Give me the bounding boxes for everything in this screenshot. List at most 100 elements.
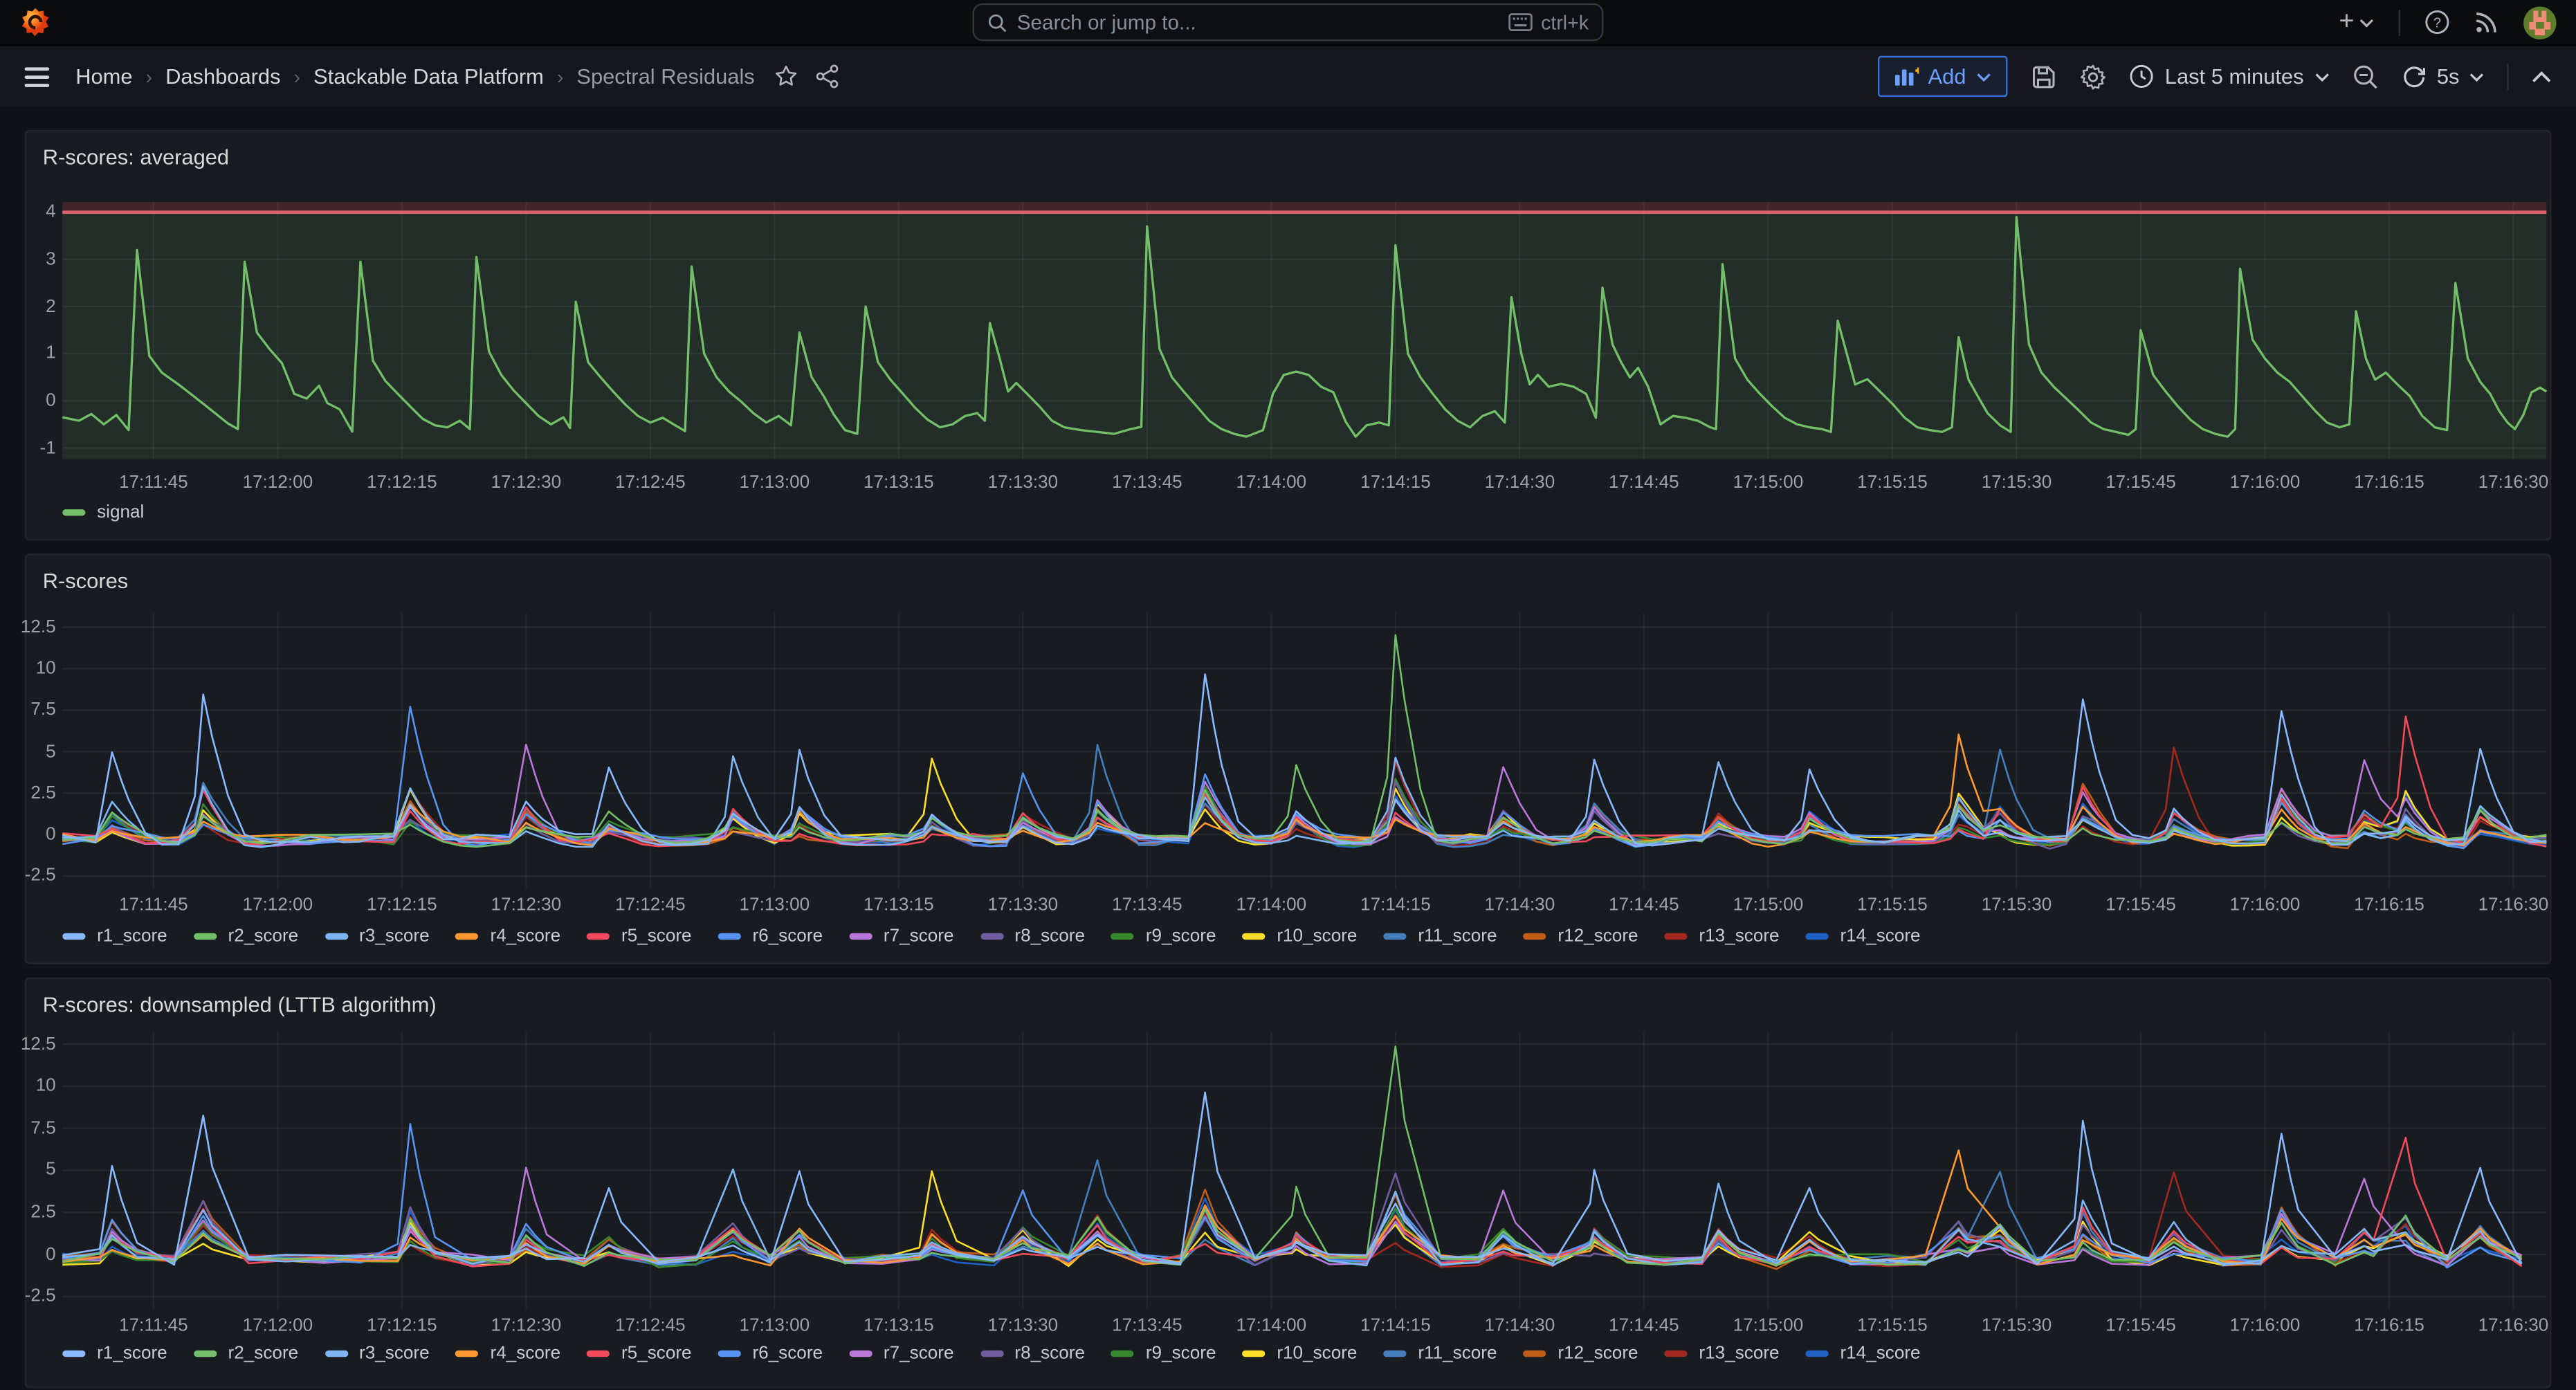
legend-item-r9_score[interactable]: r9_score [1111,1344,1216,1363]
panel-title[interactable]: R-scores: averaged [43,145,229,170]
x-axis-tick-label: 17:13:00 [740,473,810,493]
y-axis-tick-label: 7.5 [17,1118,56,1137]
legend-label: r6_score [752,1344,823,1363]
chart-r-scores[interactable]: 12.5107.552.50-2.517:11:4517:12:0017:12:… [26,556,2550,963]
legend-item-r8_score[interactable]: r8_score [980,1344,1085,1363]
legend-item-r1_score[interactable]: r1_score [62,1344,167,1363]
refresh-icon[interactable] [2402,64,2427,89]
zoom-out-button[interactable] [2353,63,2379,89]
y-axis-tick-label: -1 [17,438,56,457]
breadcrumb-separator: › [294,65,300,88]
x-axis-tick-label: 17:12:45 [615,895,686,915]
legend-item-r13_score[interactable]: r13_score [1665,1344,1780,1363]
chart-r-scores-averaged[interactable]: 43210-117:11:4517:12:0017:12:1517:12:301… [26,131,2550,539]
legend-item-r4_score[interactable]: r4_score [456,1344,560,1363]
legend-color-pill [1806,1351,1829,1357]
y-axis-tick-label: 0 [17,1245,56,1264]
legend-item-r11_score[interactable]: r11_score [1383,926,1497,946]
legend-item-r10_score[interactable]: r10_score [1242,1344,1357,1363]
dashboard-settings-button[interactable] [2079,63,2105,89]
legend-item-r2_score[interactable]: r2_score [194,926,298,946]
user-avatar[interactable] [2523,6,2556,38]
legend-item-r9_score[interactable]: r9_score [1111,926,1216,946]
legend-item-r14_score[interactable]: r14_score [1806,926,1921,946]
legend-label: r8_score [1014,1344,1085,1363]
x-axis-tick-label: 17:14:30 [1485,895,1555,915]
legend-label: r10_score [1277,1344,1357,1363]
star-icon[interactable] [774,64,799,89]
grafana-app: ctrl+k + ? Home › Dashboards [0,0,2576,1372]
breadcrumb-folder[interactable]: Stackable Data Platform [313,64,544,89]
legend-item-r13_score[interactable]: r13_score [1665,926,1780,946]
legend-item-r7_score[interactable]: r7_score [849,926,953,946]
new-button[interactable]: + [2339,9,2374,35]
x-axis-tick-label: 17:13:00 [740,895,810,915]
search-icon [987,12,1007,32]
legend-item-r5_score[interactable]: r5_score [587,1344,691,1363]
x-axis-tick-label: 17:15:15 [1857,895,1928,915]
x-axis-tick-label: 17:13:15 [864,1316,934,1335]
legend-item-r10_score[interactable]: r10_score [1242,926,1357,946]
x-axis-tick-label: 17:12:30 [491,473,562,493]
x-axis-tick-label: 17:15:45 [2105,473,2176,493]
x-axis-tick-label: 17:14:45 [1609,473,1679,493]
legend-item-r2_score[interactable]: r2_score [194,1344,298,1363]
x-axis-tick-label: 17:16:15 [2354,1316,2424,1335]
x-axis-tick-label: 17:15:45 [2105,1316,2176,1335]
legend-color-pill [456,1351,479,1357]
legend-item-r8_score[interactable]: r8_score [980,926,1085,946]
breadcrumb-dashboards[interactable]: Dashboards [165,64,280,89]
refresh-interval-label[interactable]: 5s [2437,64,2460,89]
legend-color-pill [849,1351,872,1357]
legend-color-pill [718,933,741,940]
legend-item-signal[interactable]: signal [62,503,144,522]
legend-item-r4_score[interactable]: r4_score [456,926,560,946]
legend-color-pill [718,1351,741,1357]
legend-color-pill [194,933,217,940]
legend-item-r6_score[interactable]: r6_score [718,926,823,946]
series-line-r2_score [62,1046,2521,1265]
x-axis-tick-label: 17:16:00 [2230,473,2301,493]
save-dashboard-button[interactable] [2030,63,2056,89]
refresh-controls: 5s [2402,64,2484,89]
x-axis-tick-label: 17:14:00 [1236,1316,1307,1335]
time-range-picker[interactable]: Last 5 minutes [2129,64,2330,89]
x-axis-tick-label: 17:11:45 [119,1316,188,1335]
legend-item-r5_score[interactable]: r5_score [587,926,691,946]
breadcrumb-current-dashboard[interactable]: Spectral Residuals [576,64,754,89]
y-axis-tick-label: 10 [17,1077,56,1096]
legend-label: r12_score [1558,1344,1638,1363]
x-axis-tick-label: 17:14:00 [1236,895,1307,915]
news-button[interactable] [2474,10,2499,35]
add-panel-button[interactable]: Add [1877,56,2007,97]
legend-item-r3_score[interactable]: r3_score [325,1344,429,1363]
help-button[interactable]: ? [2425,10,2450,35]
x-axis-tick-label: 17:16:30 [2478,473,2549,493]
collapse-topbar-button[interactable] [2532,70,2551,83]
series-line-r1_score [62,1092,2521,1265]
y-axis-tick-label: 0 [17,825,56,844]
chevron-down-icon [2315,71,2330,81]
dashboard-toolbar: Home › Dashboards › Stackable Data Platf… [0,46,2576,107]
legend-item-r14_score[interactable]: r14_score [1806,1344,1921,1363]
legend-item-r12_score[interactable]: r12_score [1524,926,1638,946]
legend-item-r7_score[interactable]: r7_score [849,1344,953,1363]
chart-r-scores-downsampled[interactable]: 12.5107.552.50-2.517:11:4517:12:0017:12:… [26,979,2550,1387]
panel-title[interactable]: R-scores [43,569,129,594]
search-input[interactable] [1017,10,1499,33]
chevron-down-icon [1976,71,1991,81]
share-icon[interactable] [816,64,841,89]
x-axis-tick-label: 17:12:45 [615,1316,686,1335]
y-axis-tick-label: 5 [17,742,56,761]
menu-toggle-button[interactable] [25,66,50,86]
panel-title[interactable]: R-scores: downsampled (LTTB algorithm) [43,992,437,1017]
legend-item-r12_score[interactable]: r12_score [1524,1344,1638,1363]
breadcrumb-home[interactable]: Home [75,64,132,89]
legend-item-r6_score[interactable]: r6_score [718,1344,823,1363]
legend-item-r3_score[interactable]: r3_score [325,926,429,946]
avatar-image [2523,6,2556,38]
legend-item-r11_score[interactable]: r11_score [1383,1344,1497,1363]
x-axis-tick-label: 17:13:45 [1112,895,1182,915]
legend-item-r1_score[interactable]: r1_score [62,926,167,946]
legend-color-pill [1806,933,1829,940]
